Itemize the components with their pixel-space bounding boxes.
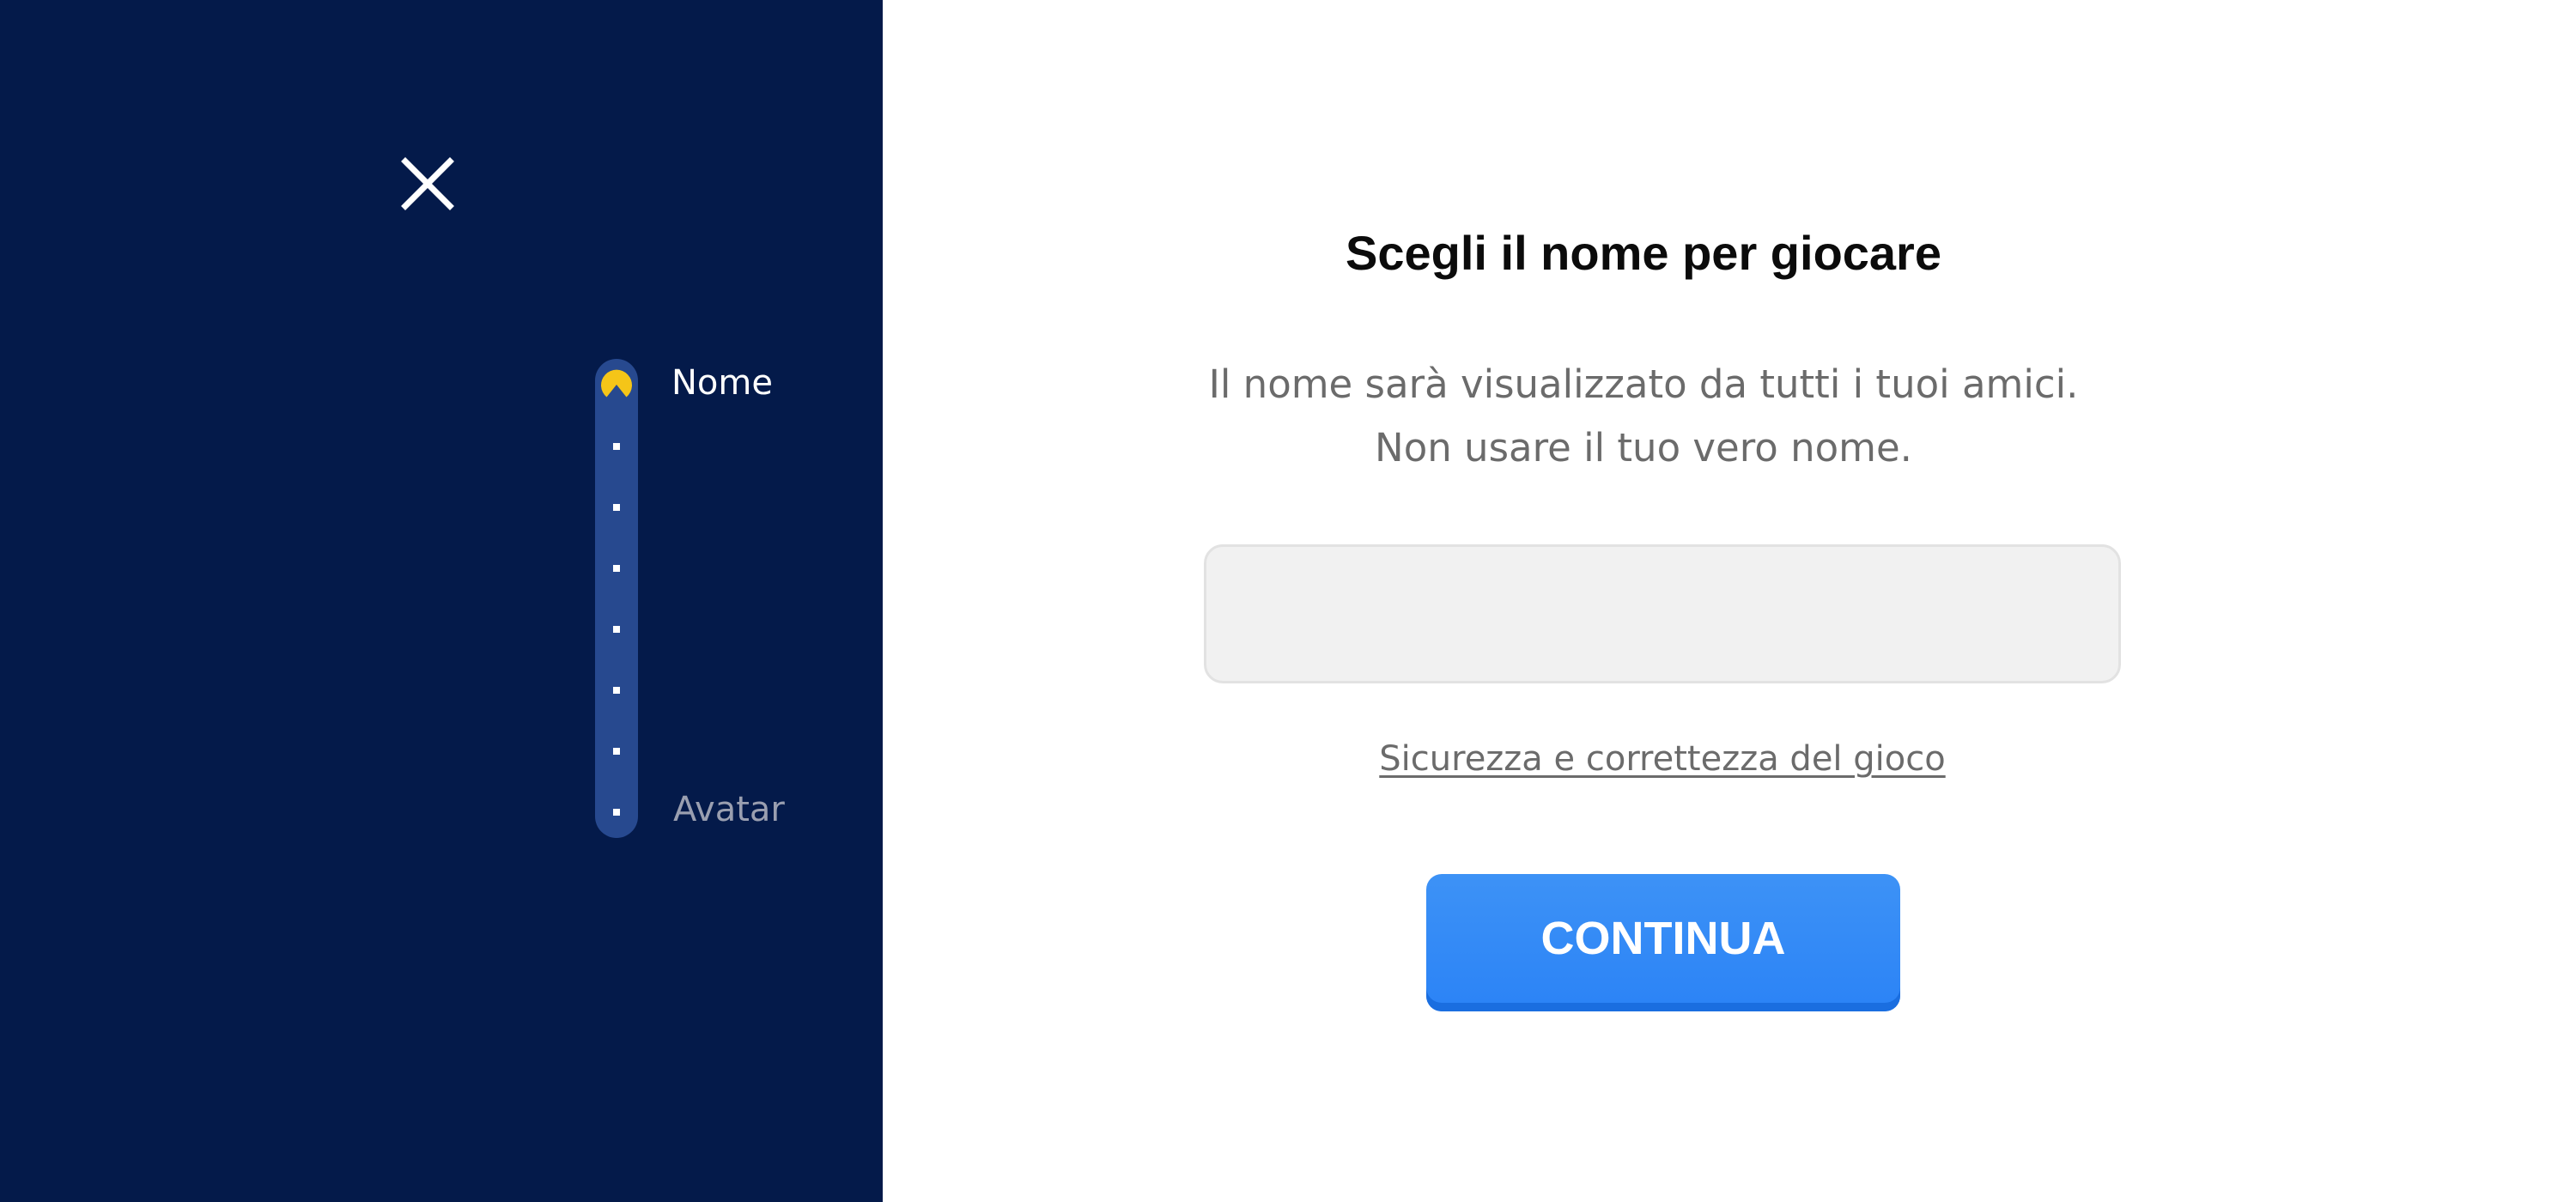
- main-content: Scegli il nome per giocare Il nome sarà …: [883, 0, 2576, 1202]
- step-label-nome: Nome: [671, 363, 773, 403]
- current-step-marker: [599, 367, 634, 402]
- step-dot: [613, 626, 620, 633]
- subtitle-line-2: Non usare il tuo vero nome.: [1375, 425, 1912, 470]
- page-title: Scegli il nome per giocare: [1345, 226, 1941, 280]
- safety-fairness-link[interactable]: Sicurezza e correttezza del gioco: [883, 737, 2442, 781]
- onboarding-sidebar: Nome Avatar: [0, 0, 883, 1202]
- pacman-icon: [601, 369, 632, 398]
- name-selection-page: Nome Avatar Scegli il nome per giocare I…: [0, 0, 2576, 1202]
- step-dot: [613, 504, 620, 511]
- step-dot: [613, 748, 620, 755]
- step-dot: [613, 565, 620, 572]
- step-dot: [613, 443, 620, 450]
- subtitle-line-1: Il nome sarà visualizzato da tutti i tuo…: [1208, 361, 2079, 407]
- step-label-avatar: Avatar: [673, 790, 785, 829]
- close-button[interactable]: [397, 153, 459, 215]
- close-icon: [401, 157, 454, 210]
- step-dot: [613, 687, 620, 694]
- progress-stepper: [595, 359, 638, 838]
- player-name-input[interactable]: [1204, 544, 2121, 683]
- continue-button[interactable]: CONTINUA: [1426, 874, 1900, 1011]
- step-dot: [613, 809, 620, 816]
